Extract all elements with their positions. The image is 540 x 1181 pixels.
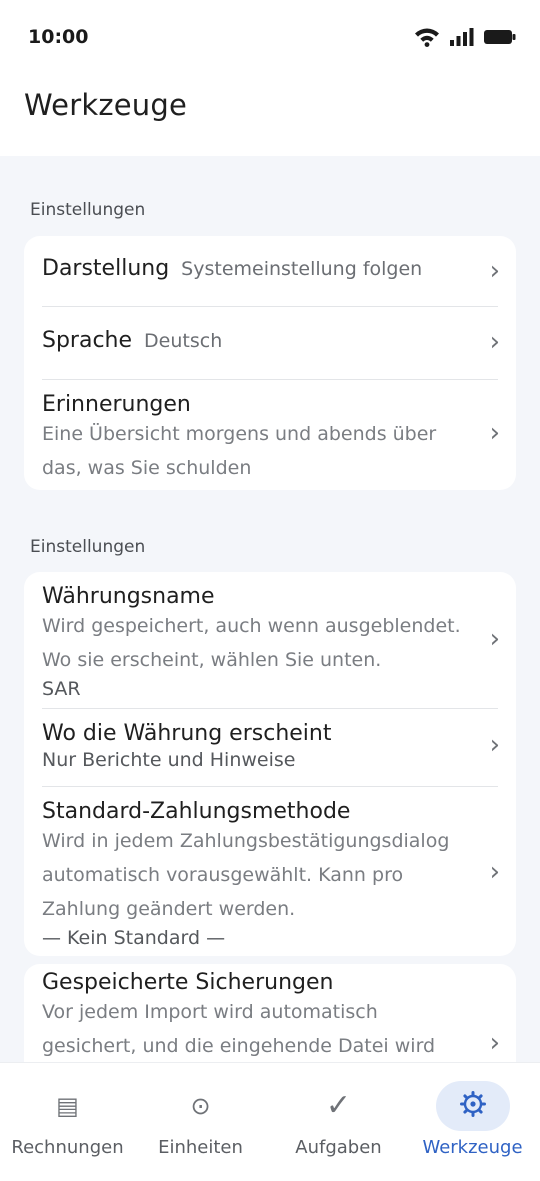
row-value: Systemeinstellung folgen bbox=[181, 258, 423, 280]
bottom-navigation: ▤ Rechnungen ⊙ Einheiten ✓ Aufgaben Werk… bbox=[0, 1062, 540, 1181]
row-subtitle-line: Wo sie erscheint, wählen Sie unten. bbox=[42, 649, 382, 671]
chevron-right-icon: › bbox=[489, 418, 500, 448]
row-subtitle: Wird in jedem Zahlungsbestätigungsdialog… bbox=[42, 824, 482, 926]
nav-label: Aufgaben bbox=[295, 1137, 382, 1158]
check-icon: ✓ bbox=[325, 1088, 352, 1123]
row-subtitle: Nur Berichte und Hinweise bbox=[42, 749, 296, 771]
row-subtitle: Vor jedem Import wird automatisch gesich… bbox=[42, 995, 482, 1062]
row-title: Erinnerungen bbox=[42, 392, 191, 417]
settings-row-appearance[interactable]: Darstellung Systemeinstellung folgen › bbox=[24, 236, 516, 308]
settings-row-currency-placement[interactable]: Wo die Währung erscheint Nur Berichte un… bbox=[24, 709, 516, 787]
gear-icon bbox=[459, 1091, 486, 1121]
settings-row-reminders[interactable]: Erinnerungen Eine Übersicht morgens und … bbox=[24, 380, 516, 490]
nav-item-tools[interactable]: Werkzeuge bbox=[405, 1063, 540, 1181]
battery-icon bbox=[484, 29, 516, 45]
row-subtitle-line: das, was Sie schulden bbox=[42, 457, 252, 479]
row-subtitle-line: Zahlung geändert werden. bbox=[42, 898, 296, 920]
nav-label: Rechnungen bbox=[11, 1137, 124, 1158]
row-title: Währungsname bbox=[42, 584, 215, 609]
row-subtitle: Eine Übersicht morgens und abends über d… bbox=[42, 417, 472, 485]
chevron-right-icon: › bbox=[489, 730, 500, 760]
row-subtitle-line: automatisch vorausgewählt. Kann pro bbox=[42, 864, 404, 886]
top-app-bar: Werkzeuge bbox=[0, 72, 540, 156]
chevron-right-icon: › bbox=[489, 256, 500, 286]
settings-scroll-area[interactable]: Einstellungen Darstellung Systemeinstell… bbox=[0, 156, 540, 1062]
row-subtitle-line: Wird in jedem Zahlungsbestätigungsdialog bbox=[42, 830, 450, 852]
row-subtitle-line: gesichert, und die eingehende Datei wird bbox=[42, 1035, 436, 1057]
default-payment-value: — Kein Standard — bbox=[42, 927, 226, 949]
settings-row-saved-backups[interactable]: Gespeicherte Sicherungen Vor jedem Impor… bbox=[24, 964, 516, 1062]
signal-icon bbox=[450, 28, 474, 46]
nav-icon-container: ✓ bbox=[302, 1081, 376, 1131]
row-title: Darstellung bbox=[42, 256, 170, 281]
settings-row-default-payment-method[interactable]: Standard-Zahlungsmethode Wird in jedem Z… bbox=[24, 787, 516, 956]
section-header-settings: Einstellungen bbox=[30, 537, 146, 557]
row-value: Deutsch bbox=[144, 330, 223, 352]
chevron-right-icon: › bbox=[489, 1028, 500, 1058]
row-subtitle: Wird gespeichert, auch wenn ausgeblendet… bbox=[42, 609, 482, 677]
nav-icon-container: ▤ bbox=[31, 1081, 105, 1131]
status-bar: 10:00 bbox=[0, 0, 540, 72]
row-title: Sprache bbox=[42, 328, 133, 353]
currency-value: SAR bbox=[42, 678, 81, 700]
settings-row-currency-name[interactable]: Währungsname Wird gespeichert, auch wenn… bbox=[24, 572, 516, 708]
row-title: Gespeicherte Sicherungen bbox=[42, 970, 334, 995]
nav-label: Werkzeuge bbox=[422, 1137, 523, 1158]
row-subtitle-line: Wird gespeichert, auch wenn ausgeblendet… bbox=[42, 615, 461, 637]
nav-icon-container bbox=[435, 1081, 510, 1131]
list-icon: ▤ bbox=[56, 1092, 79, 1120]
settings-card-currency: Währungsname Wird gespeichert, auch wenn… bbox=[24, 572, 516, 956]
chevron-right-icon: › bbox=[489, 327, 500, 357]
chevron-right-icon: › bbox=[489, 857, 500, 887]
nav-item-tasks[interactable]: ✓ Aufgaben bbox=[271, 1063, 406, 1181]
settings-row-language[interactable]: Sprache Deutsch › bbox=[24, 307, 516, 380]
units-icon: ⊙ bbox=[190, 1092, 211, 1120]
settings-card-backups: Gespeicherte Sicherungen Vor jedem Impor… bbox=[24, 964, 516, 1062]
nav-icon-container: ⊙ bbox=[164, 1081, 238, 1131]
row-subtitle-line: Eine Übersicht morgens und abends über bbox=[42, 423, 437, 445]
chevron-right-icon: › bbox=[489, 624, 500, 654]
row-title: Standard-Zahlungsmethode bbox=[42, 799, 351, 824]
row-title: Wo die Währung erscheint bbox=[42, 721, 332, 746]
row-subtitle-line: Vor jedem Import wird automatisch bbox=[42, 1001, 378, 1023]
status-time: 10:00 bbox=[28, 26, 89, 48]
nav-label: Einheiten bbox=[158, 1137, 243, 1158]
nav-item-units[interactable]: ⊙ Einheiten bbox=[133, 1063, 268, 1181]
page-title: Werkzeuge bbox=[24, 88, 188, 122]
settings-card-general: Darstellung Systemeinstellung folgen › S… bbox=[24, 236, 516, 490]
wifi-icon bbox=[414, 27, 440, 47]
nav-item-invoices[interactable]: ▤ Rechnungen bbox=[0, 1063, 135, 1181]
status-icons bbox=[414, 27, 516, 47]
tools-screen: 10:00 Werkzeuge Einstellungen Darstellun… bbox=[0, 0, 540, 1181]
section-header-settings: Einstellungen bbox=[30, 200, 146, 220]
